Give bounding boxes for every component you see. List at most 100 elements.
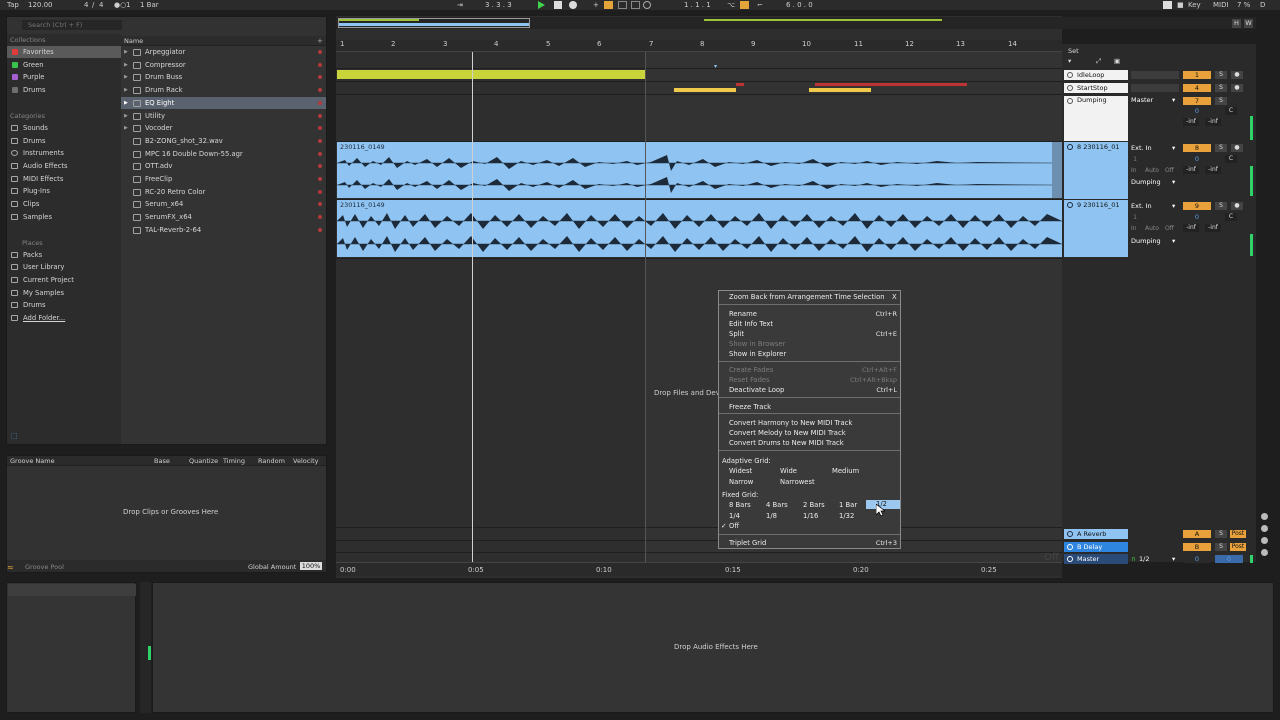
grid-narrowest-option[interactable]: Narrowest (780, 478, 815, 486)
grid-eighth-option[interactable]: 1/8 (766, 512, 777, 520)
global-amount-field[interactable]: 100% (300, 562, 322, 570)
track-activator-icon[interactable] (1067, 544, 1073, 550)
add-column-icon[interactable]: + (317, 37, 323, 45)
pan-knob[interactable]: C (1225, 155, 1237, 163)
headphone-icon[interactable]: ∩ (1131, 555, 1136, 563)
fold-track-icon[interactable] (1067, 144, 1073, 150)
capture-midi-icon[interactable] (631, 1, 640, 9)
input-channel-select[interactable]: 1 (1133, 155, 1137, 163)
follow-icon[interactable]: ⇥ (457, 0, 463, 10)
track-header-audio-9[interactable]: 9 230116_01 (1064, 200, 1128, 257)
list-item[interactable]: ▶ Utility (121, 110, 326, 123)
list-item[interactable]: ▶ Drum Rack (121, 84, 326, 97)
groove-pool-icon[interactable]: ≈ (7, 563, 14, 572)
list-item[interactable]: SerumFX_x64 (121, 211, 326, 224)
monitor-in-button[interactable]: In (1131, 167, 1137, 174)
groove-base-column[interactable]: Base (154, 456, 170, 466)
solo-button[interactable]: S (1215, 530, 1227, 538)
post-button[interactable]: Post (1230, 543, 1246, 551)
arm-button[interactable]: ● (1231, 71, 1243, 79)
file-list-name-header[interactable]: Name (121, 36, 326, 46)
track-number-button[interactable]: 8 (1183, 144, 1211, 152)
chevron-down-icon[interactable]: ▾ (1172, 144, 1175, 152)
grid-medium-option[interactable]: Medium (832, 467, 859, 475)
stop-button[interactable] (554, 1, 562, 9)
return-track-a-reverb[interactable]: A Reverb (1064, 529, 1128, 539)
punch-out-icon[interactable]: ⌐ (757, 0, 763, 10)
grid-off-option[interactable]: Off (729, 522, 739, 530)
width-button[interactable]: W (1244, 19, 1253, 28)
grid-widest-option[interactable]: Widest (729, 467, 752, 475)
arm-button[interactable]: ● (1231, 202, 1243, 210)
menu-item-deactivate-loop[interactable]: Deactivate Loop (729, 386, 784, 394)
sends-toggle-icon[interactable] (1261, 525, 1268, 532)
track-activator-icon[interactable] (1067, 98, 1073, 104)
sidebar-item-plug-ins[interactable]: Plug-Ins (7, 185, 121, 197)
post-button[interactable]: Post (1230, 530, 1246, 538)
sidebar-item-drums-folder[interactable]: Drums (7, 299, 121, 311)
sidebar-item-packs[interactable]: Packs (7, 249, 121, 261)
tempo-field[interactable]: 120.00 (28, 0, 53, 10)
key-map-button[interactable]: Key (1188, 0, 1201, 10)
track-activator-icon[interactable] (1067, 531, 1073, 537)
output-routing-select[interactable]: Dumping (1131, 237, 1161, 245)
punch-in-icon[interactable]: ⌥ (727, 0, 735, 10)
menu-item-convert-harmony[interactable]: Convert Harmony to New MIDI Track (729, 419, 852, 427)
returns-toggle-icon[interactable] (1261, 537, 1268, 544)
song-position[interactable]: 3 . 3 . 3 (485, 0, 512, 10)
expand-tracks-icon[interactable]: ⤢ (1096, 57, 1101, 66)
automation-arm-icon[interactable] (604, 1, 613, 9)
midi-clip-idleloop[interactable] (337, 70, 645, 79)
grid-narrow-option[interactable]: Narrow (729, 478, 753, 486)
pan-knob[interactable]: C (1225, 213, 1237, 221)
list-item[interactable]: ▶ Vocoder (121, 122, 326, 135)
arm-button[interactable]: ● (1231, 84, 1243, 92)
list-item-selected[interactable]: ▶ EQ Eight (121, 96, 326, 110)
sidebar-item-clips[interactable]: Clips (7, 198, 121, 210)
grid-8-bars-option[interactable]: 8 Bars (729, 501, 751, 509)
draw-mode-icon[interactable] (1163, 1, 1172, 9)
track-io-slot[interactable] (1131, 71, 1179, 79)
key-map-icon[interactable]: ■ (1177, 0, 1184, 10)
sidebar-item-samples[interactable]: Samples (7, 211, 121, 223)
return-letter-button[interactable]: B (1183, 543, 1211, 551)
track-number-button[interactable]: 1 (1183, 71, 1211, 79)
midi-clip-startstop-note[interactable] (815, 83, 967, 86)
sidebar-item-user-library[interactable]: User Library (7, 261, 121, 273)
list-item[interactable]: RC-20 Retro Color (121, 186, 326, 199)
io-toggle-icon[interactable] (1261, 513, 1268, 520)
list-item[interactable]: MPC 16 Double Down-55.agr (121, 148, 326, 161)
track-number-button[interactable]: 4 (1183, 84, 1211, 92)
pan-knob[interactable]: C (1225, 107, 1237, 115)
master-track[interactable]: Master (1064, 554, 1128, 564)
list-item[interactable]: ▶ Drum Buss (121, 71, 326, 84)
reenable-automation-icon[interactable] (618, 1, 627, 9)
menu-close-icon[interactable]: X (892, 293, 897, 301)
track-activator-icon[interactable] (1067, 556, 1073, 562)
input-channel-select[interactable]: 1 (1133, 213, 1137, 221)
mixer-toggle-icon[interactable] (1261, 549, 1268, 556)
groove-random-column[interactable]: Random (258, 456, 285, 466)
track-number-button[interactable]: 9 (1183, 202, 1211, 210)
chevron-down-icon[interactable]: ▾ (1172, 96, 1175, 104)
input-type-select[interactable]: Ext. In (1131, 202, 1152, 210)
solo-button[interactable]: S (1215, 97, 1227, 105)
arm-button[interactable]: ● (1231, 144, 1243, 152)
track-io-slot[interactable] (1131, 84, 1179, 92)
sidebar-item-green[interactable]: Green (7, 59, 121, 71)
grid-wide-option[interactable]: Wide (780, 467, 797, 475)
midi-map-button[interactable]: MIDI (1213, 0, 1229, 10)
browser-search-input[interactable]: Search (Ctrl + F) (22, 20, 122, 30)
play-button[interactable] (538, 1, 545, 9)
sidebar-item-midi-effects[interactable]: MIDI Effects (7, 173, 121, 185)
menu-item-convert-drums[interactable]: Convert Drums to New MIDI Track (729, 439, 844, 447)
list-item[interactable]: OTT.adv (121, 160, 326, 173)
list-item[interactable]: ▶ Compressor (121, 59, 326, 72)
loop-start-field[interactable]: 1 . 1 . 1 (684, 0, 711, 10)
sidebar-item-instruments[interactable]: Instruments (7, 147, 121, 159)
grid-sixteenth-option[interactable]: 1/16 (803, 512, 818, 520)
device-drop-zone[interactable]: Drop Audio Effects Here (674, 643, 758, 651)
menu-item-split[interactable]: Split (729, 330, 744, 338)
cue-out-select[interactable]: 1/2 (1139, 555, 1149, 563)
expand-icon[interactable]: ▶ (124, 84, 128, 97)
